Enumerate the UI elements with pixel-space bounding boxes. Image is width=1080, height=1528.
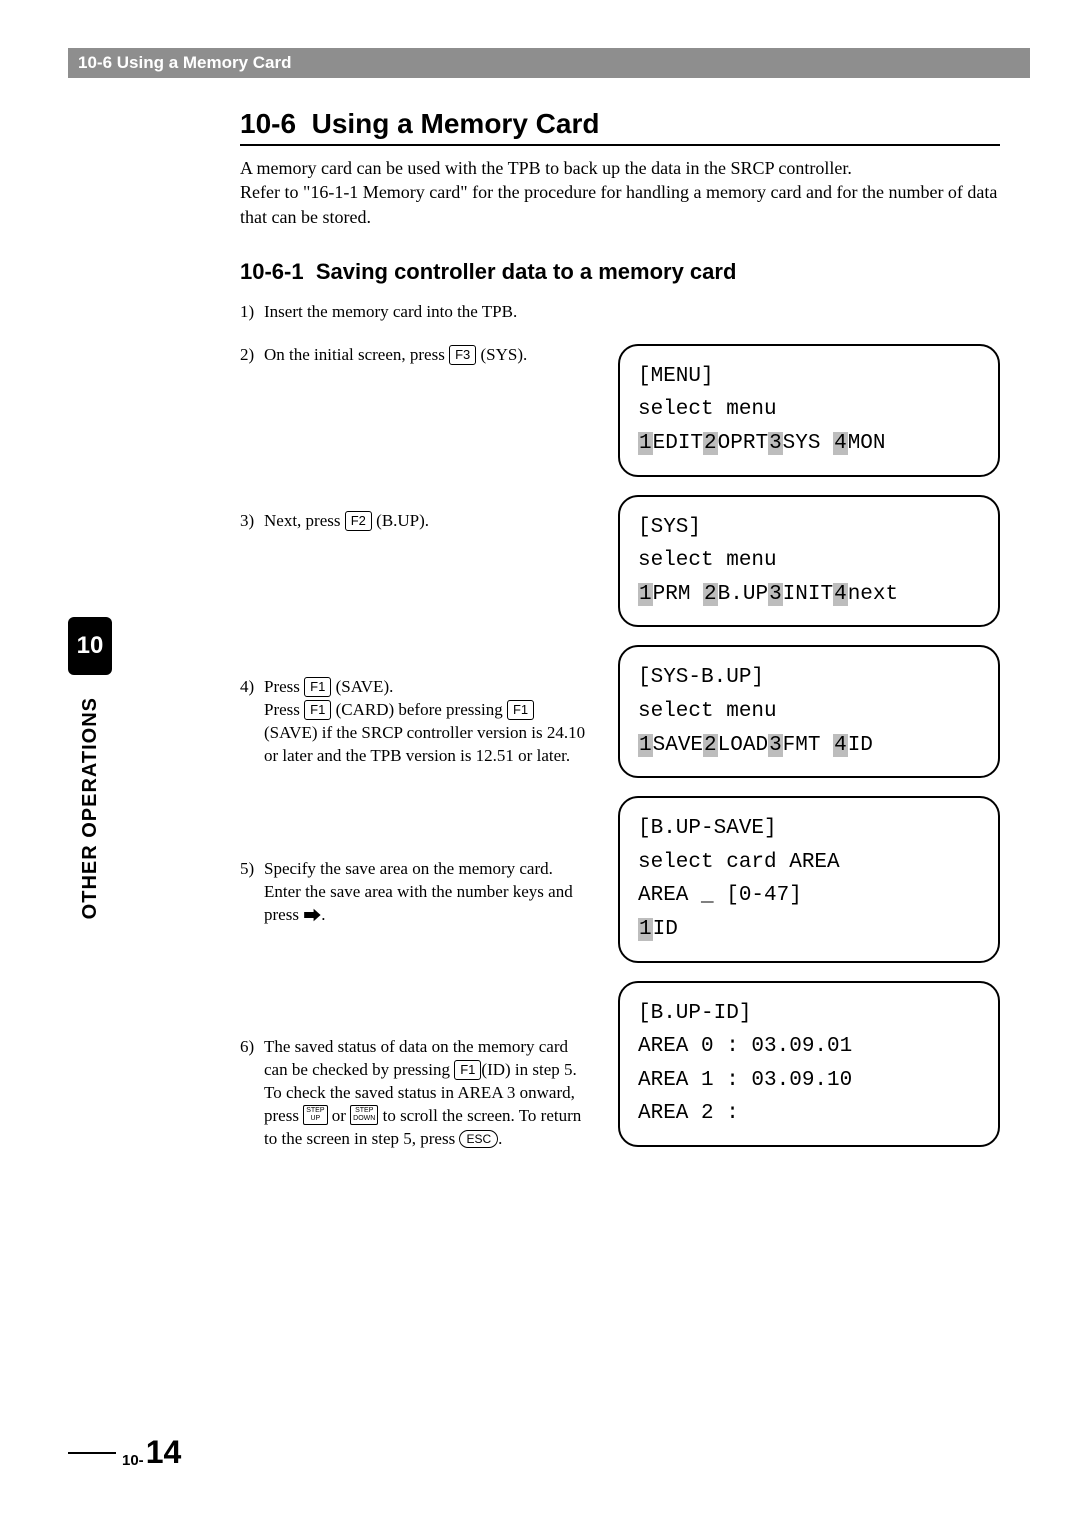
step-number: 3) — [240, 510, 264, 656]
page-footer: 10- 14 — [68, 1436, 181, 1468]
f1-key: F1 — [507, 700, 534, 720]
f1-key: F1 — [304, 700, 331, 720]
side-rail: 10 OTHER OPERATIONS — [68, 617, 112, 1528]
lcd-sys: [SYS] select menu 1PRM 2B.UP3INIT4next — [618, 495, 1000, 628]
step-3: 3) Next, press F2 (B.UP). — [240, 510, 590, 656]
lcd-line: AREA 2 : — [638, 1097, 980, 1131]
lcd-softkeys: 1SAVE2LOAD3FMT 4ID — [638, 729, 980, 763]
footer-rule — [68, 1452, 116, 1454]
step-number: 2) — [240, 344, 264, 490]
intro-paragraph: A memory card can be used with the TPB t… — [240, 156, 1000, 229]
step-text: On the initial screen, press F3 (SYS). — [264, 344, 590, 490]
section-heading: 10-6 Using a Memory Card — [240, 108, 1000, 140]
step-down-key: STEPDOWN — [350, 1105, 378, 1125]
step-number: 6) — [240, 1036, 264, 1151]
lcd-line: AREA _ [0-47] — [638, 879, 980, 913]
footer-page: 14 — [146, 1436, 182, 1468]
lcd-line: [MENU] — [638, 360, 980, 394]
lcd-menu: [MENU] select menu 1EDIT2OPRT3SYS 4MON — [618, 344, 1000, 477]
f3-key: F3 — [449, 345, 476, 365]
step-text: The saved status of data on the memory c… — [264, 1036, 590, 1151]
lcd-line: select menu — [638, 695, 980, 729]
step-number: 1) — [240, 301, 264, 324]
lcd-line: [B.UP-SAVE] — [638, 812, 980, 846]
lcd-softkeys: 1EDIT2OPRT3SYS 4MON — [638, 427, 980, 461]
subsection-number: 10-6-1 — [240, 259, 304, 284]
section-number: 10-6 — [240, 108, 296, 139]
lcd-softkeys: 1PRM 2B.UP3INIT4next — [638, 578, 980, 612]
section-title: Using a Memory Card — [312, 108, 600, 139]
lcd-line: [SYS] — [638, 511, 980, 545]
step-number: 5) — [240, 858, 264, 1016]
lcd-line: [SYS-B.UP] — [638, 661, 980, 695]
step-text: Specify the save area on the memory card… — [264, 858, 590, 1016]
subsection-heading: 10-6-1 Saving controller data to a memor… — [240, 259, 1000, 285]
step-1: 1) Insert the memory card into the TPB. — [240, 301, 1000, 324]
step-number: 4) — [240, 676, 264, 838]
step-5: 5) Specify the save area on the memory c… — [240, 858, 590, 1016]
step-2: 2) On the initial screen, press F3 (SYS)… — [240, 344, 590, 490]
esc-key: ESC — [459, 1130, 498, 1148]
lcd-softkeys: 1ID — [638, 913, 980, 947]
lcd-line: AREA 0 : 03.09.01 — [638, 1030, 980, 1064]
step-text: Insert the memory card into the TPB. — [264, 301, 1000, 324]
lcd-sys-bup: [SYS-B.UP] select menu 1SAVE2LOAD3FMT 4I… — [618, 645, 1000, 778]
step-up-key: STEPUP — [303, 1105, 327, 1125]
lcd-line: [B.UP-ID] — [638, 997, 980, 1031]
lcd-bup-save: [B.UP-SAVE] select card AREA AREA _ [0-4… — [618, 796, 1000, 962]
header-title: 10-6 Using a Memory Card — [68, 53, 292, 73]
lcd-bup-id: [B.UP-ID] AREA 0 : 03.09.01 AREA 1 : 03.… — [618, 981, 1000, 1147]
lcd-line: select menu — [638, 544, 980, 578]
enter-arrow-icon: ⮕ — [303, 904, 321, 928]
heading-rule — [240, 144, 1000, 146]
f1-key: F1 — [304, 677, 331, 697]
step-6: 6) The saved status of data on the memor… — [240, 1036, 590, 1151]
chapter-badge: 10 — [68, 617, 112, 675]
chapter-label: OTHER OPERATIONS — [79, 697, 102, 919]
f2-key: F2 — [345, 511, 372, 531]
footer-chapter: 10- — [122, 1453, 144, 1468]
step-text: Next, press F2 (B.UP). — [264, 510, 590, 656]
lcd-line: select menu — [638, 393, 980, 427]
lcd-line: select card AREA — [638, 846, 980, 880]
subsection-title: Saving controller data to a memory card — [316, 259, 737, 284]
f1-key: F1 — [454, 1060, 481, 1080]
lcd-line: AREA 1 : 03.09.10 — [638, 1064, 980, 1098]
step-text: Press F1 (SAVE). Press F1 (CARD) before … — [264, 676, 590, 838]
step-4: 4) Press F1 (SAVE). Press F1 (CARD) befo… — [240, 676, 590, 838]
page-header: 10-6 Using a Memory Card — [68, 48, 1030, 78]
